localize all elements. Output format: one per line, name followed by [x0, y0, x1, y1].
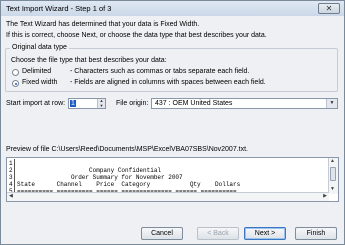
preview-line: Company Confidential [17, 167, 162, 174]
fixed-width-label[interactable]: Fixed width [22, 79, 57, 86]
preview-line: Order Summary for November 2007 [17, 174, 183, 181]
scroll-up-icon[interactable]: ▲ [330, 158, 335, 164]
preview-line: State Channel Price Category Qty Dollars [17, 181, 241, 188]
window-title: Text Import Wizard - Step 1 of 3 [6, 4, 112, 13]
row-number: 2 [9, 167, 13, 174]
vertical-scrollbar[interactable]: ▲ ▼ [328, 158, 338, 194]
start-row-value[interactable]: 1 [70, 100, 76, 107]
start-import-label: Start import at row: [6, 100, 66, 107]
file-preview-pane[interactable]: 1 2 3 4 5 Company Confidential Order Sum… [6, 157, 339, 202]
back-button[interactable]: < Back [197, 227, 239, 240]
intro-line-1: The Text Wizard has determined that your… [6, 21, 200, 28]
finish-button[interactable]: Finish [295, 227, 337, 240]
text-import-wizard-dialog: Text Import Wizard - Step 1 of 3 ✕ The T… [0, 0, 345, 245]
scrollbar-thumb[interactable] [330, 167, 336, 181]
group-label: Original data type [10, 44, 69, 51]
row-number: 3 [9, 174, 13, 181]
horizontal-scrollbar[interactable]: ◀ ▶ [7, 192, 329, 201]
row-number: 1 [9, 160, 13, 167]
delimited-radio[interactable] [12, 69, 19, 76]
close-icon[interactable]: ✕ [318, 3, 340, 14]
delimited-label[interactable]: Delimited [22, 68, 51, 75]
cancel-button[interactable]: Cancel [141, 227, 183, 240]
fixed-width-radio[interactable] [12, 80, 19, 87]
file-origin-select[interactable]: 437 : OEM United States ▼ [151, 98, 338, 109]
file-origin-value: 437 : OEM United States [155, 100, 233, 107]
delimited-description: - Characters such as commas or tabs sepa… [70, 68, 250, 75]
preview-label: Preview of file C:\Users\Reed\Documents\… [6, 146, 248, 153]
scroll-down-icon[interactable]: ▼ [330, 186, 335, 192]
start-row-spinner[interactable]: 1 ▲ ▼ [68, 98, 106, 109]
fixed-width-description: - Fields are aligned in columns with spa… [70, 79, 266, 86]
next-button[interactable]: Next > [244, 227, 286, 240]
scroll-left-icon[interactable]: ◀ [9, 193, 13, 199]
title-bar: Text Import Wizard - Step 1 of 3 ✕ [1, 1, 344, 16]
chevron-down-icon[interactable]: ▼ [326, 99, 337, 108]
row-number: 4 [9, 181, 13, 188]
scroll-right-icon[interactable]: ▶ [323, 193, 327, 199]
file-type-prompt: Choose the file type that best describes… [11, 57, 167, 64]
original-data-type-group: Original data type Choose the file type … [5, 44, 338, 92]
intro-line-2: If this is correct, choose Next, or choo… [6, 32, 267, 39]
file-origin-label: File origin: [116, 100, 149, 107]
spinner-arrows-icon[interactable]: ▲ ▼ [97, 98, 105, 108]
